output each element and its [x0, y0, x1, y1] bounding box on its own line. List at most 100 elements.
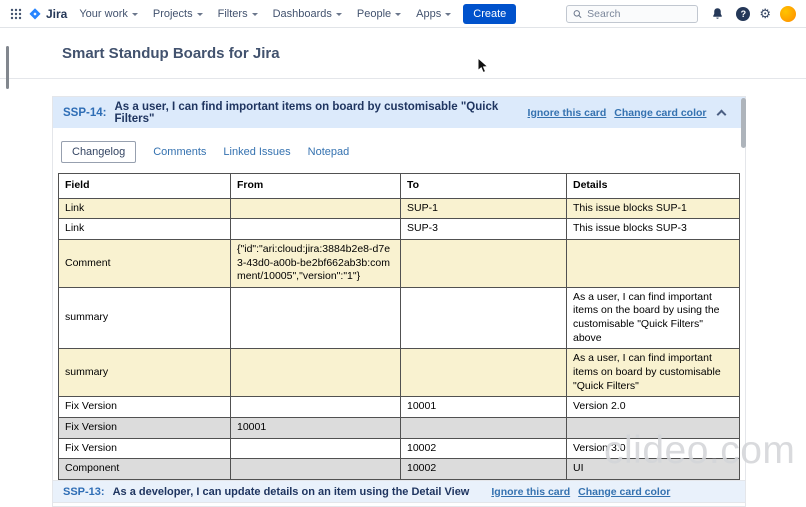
cell-to: 10001: [401, 397, 567, 418]
cell-from: 10001: [231, 417, 401, 438]
nav-label: Your work: [79, 8, 128, 20]
tab-changelog[interactable]: Changelog: [61, 141, 136, 163]
cell-details: Version 3.0: [567, 438, 740, 459]
chevron-up-icon: [717, 109, 727, 119]
nav-apps[interactable]: Apps: [416, 8, 451, 20]
issue-summary: As a developer, I can update details on …: [113, 486, 470, 498]
main-menu: Your work Projects Filters Dashboards Pe…: [79, 8, 451, 20]
issue-key[interactable]: SSP-14:: [63, 107, 106, 119]
cell-to: SUP-3: [401, 219, 567, 240]
issue-summary: As a user, I can find important items on…: [114, 101, 501, 125]
changelog-row: Link SUP-1 This issue blocks SUP-1: [59, 198, 740, 219]
cell-from: [231, 198, 401, 219]
changelog-row: Fix Version 10002 Version 3.0: [59, 438, 740, 459]
cell-details: This issue blocks SUP-1: [567, 198, 740, 219]
jira-logo-text: Jira: [46, 7, 67, 21]
chevron-down-icon: [197, 13, 203, 16]
changelog-row: Fix Version 10001: [59, 417, 740, 438]
top-navigation: Jira Your work Projects Filters Dashboar…: [0, 0, 806, 28]
change-card-color-link[interactable]: Change card color: [614, 107, 706, 119]
changelog-row: Comment {"id":"ari:cloud:jira:3884b2e8-d…: [59, 239, 740, 287]
help-icon[interactable]: [736, 7, 750, 21]
nav-people[interactable]: People: [357, 8, 401, 20]
cell-field: Fix Version: [59, 417, 231, 438]
jira-logo[interactable]: Jira: [28, 7, 67, 21]
cell-to: [401, 417, 567, 438]
changelog-row: summary As a user, I can find important …: [59, 349, 740, 397]
cell-from: [231, 459, 401, 480]
collapse-card-button[interactable]: [715, 105, 730, 121]
nav-dashboards[interactable]: Dashboards: [273, 8, 342, 20]
search-input[interactable]: [587, 8, 691, 20]
card-tabs: Changelog Comments Linked Issues Notepad: [61, 141, 745, 163]
cell-details: UI: [567, 459, 740, 480]
cell-details: As a user, I can find important items on…: [567, 287, 740, 349]
page-title: Smart Standup Boards for Jira: [62, 45, 280, 62]
user-avatar[interactable]: [780, 6, 796, 22]
col-header-details: Details: [567, 174, 740, 199]
nav-label: Apps: [416, 8, 441, 20]
grid-icon: [10, 8, 22, 20]
cell-field: summary: [59, 287, 231, 349]
cell-field: Comment: [59, 239, 231, 287]
cell-field: summary: [59, 349, 231, 397]
card-ssp-13: SSP-13: As a developer, I can update det…: [52, 480, 746, 503]
nav-projects[interactable]: Projects: [153, 8, 203, 20]
nav-your-work[interactable]: Your work: [79, 8, 138, 20]
tab-comments[interactable]: Comments: [153, 146, 206, 158]
content-divider: [0, 78, 806, 79]
notifications-icon[interactable]: [707, 4, 727, 24]
change-card-color-link[interactable]: Change card color: [578, 486, 670, 498]
cell-details: Version 2.0: [567, 397, 740, 418]
search-box[interactable]: [566, 5, 698, 23]
col-header-from: From: [231, 174, 401, 199]
card-ssp-14: SSP-14: As a user, I can find important …: [52, 96, 746, 507]
cell-to: [401, 239, 567, 287]
cell-from: [231, 287, 401, 349]
card-scrollbar-thumb[interactable]: [741, 98, 746, 148]
col-header-to: To: [401, 174, 567, 199]
cell-details: [567, 239, 740, 287]
issue-key[interactable]: SSP-13:: [63, 486, 105, 498]
cell-details: As a user, I can find important items on…: [567, 349, 740, 397]
cell-field: Link: [59, 198, 231, 219]
mouse-cursor: [477, 57, 489, 79]
cell-to: [401, 349, 567, 397]
cell-details: This issue blocks SUP-3: [567, 219, 740, 240]
settings-gear-icon[interactable]: [759, 7, 771, 20]
cell-details: [567, 417, 740, 438]
chevron-down-icon: [252, 13, 258, 16]
ignore-card-link[interactable]: Ignore this card: [528, 107, 607, 119]
create-button[interactable]: Create: [463, 4, 516, 24]
cell-from: [231, 219, 401, 240]
card-header: SSP-14: As a user, I can find important …: [53, 97, 745, 128]
cell-field: Component: [59, 459, 231, 480]
nav-label: People: [357, 8, 391, 20]
cell-to: 10002: [401, 438, 567, 459]
cell-from: [231, 349, 401, 397]
nav-label: Projects: [153, 8, 193, 20]
nav-filters[interactable]: Filters: [218, 8, 258, 20]
cell-to: SUP-1: [401, 198, 567, 219]
jira-logo-icon: [28, 7, 42, 21]
search-icon: [573, 9, 582, 19]
chevron-down-icon: [336, 13, 342, 16]
page-scrollbar-thumb[interactable]: [6, 46, 9, 89]
changelog-row: Link SUP-3 This issue blocks SUP-3: [59, 219, 740, 240]
cell-from: {"id":"ari:cloud:jira:3884b2e8-d7e3-43d0…: [231, 239, 401, 287]
bell-icon: [711, 7, 724, 20]
cell-to: 10002: [401, 459, 567, 480]
cursor-arrow-icon: [477, 57, 489, 74]
cell-to: [401, 287, 567, 349]
tab-linked-issues[interactable]: Linked Issues: [223, 146, 290, 158]
changelog-row: summary As a user, I can find important …: [59, 287, 740, 349]
changelog-row: Fix Version 10001 Version 2.0: [59, 397, 740, 418]
ignore-card-link[interactable]: Ignore this card: [491, 486, 570, 498]
changelog-table: Field From To Details Link SUP-1 This is…: [58, 173, 740, 501]
nav-right-actions: [566, 4, 796, 24]
chevron-down-icon: [445, 13, 451, 16]
tab-notepad[interactable]: Notepad: [308, 146, 350, 158]
app-switcher-icon[interactable]: [6, 4, 26, 24]
cell-field: Link: [59, 219, 231, 240]
nav-label: Dashboards: [273, 8, 332, 20]
